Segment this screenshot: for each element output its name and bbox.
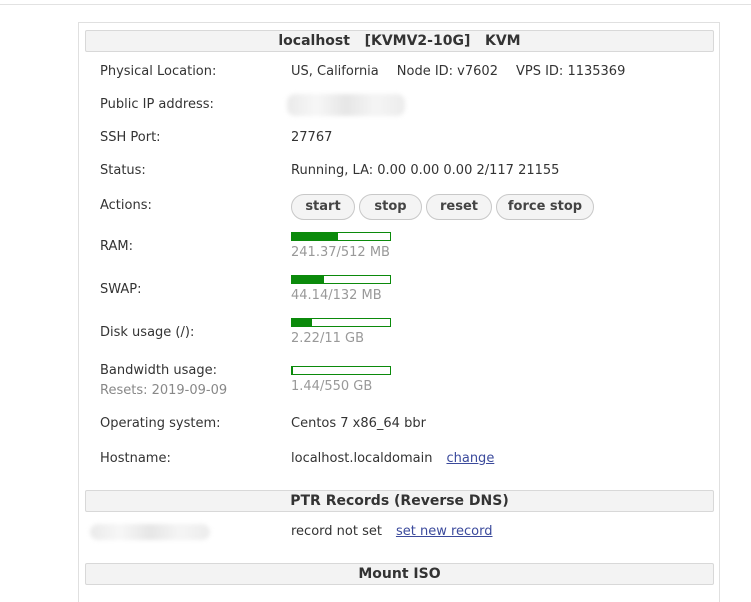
status-label: Status:	[100, 163, 146, 179]
disk-label: Disk usage (/):	[100, 325, 194, 341]
set-new-record-link[interactable]: set new record	[396, 524, 493, 539]
disk-usage-text: 2.22/11 GB	[291, 331, 364, 347]
bandwidth-label: Bandwidth usage:	[100, 363, 217, 379]
start-button[interactable]: start	[291, 194, 355, 220]
disk-usage-fill	[292, 319, 312, 326]
server-plan: [KVMV2-10G]	[365, 33, 471, 49]
disk-usage-bar	[291, 318, 391, 327]
server-title-header: localhost [KVMV2-10G] KVM	[85, 30, 714, 52]
vps-id: VPS ID: 1135369	[516, 64, 625, 79]
top-divider	[0, 4, 751, 5]
stop-button[interactable]: stop	[359, 194, 422, 220]
hostname-value: localhost.localdomain	[291, 451, 432, 466]
ssh-port-label: SSH Port:	[100, 130, 161, 146]
ptr-row: record not set set new record	[291, 524, 492, 540]
ram-usage-text: 241.37/512 MB	[291, 245, 390, 261]
os-label: Operating system:	[100, 416, 221, 432]
ram-label: RAM:	[100, 239, 133, 255]
location-value-row: US, California Node ID: v7602 VPS ID: 1135…	[291, 64, 625, 80]
hostname-label: Hostname:	[100, 451, 171, 467]
swap-usage-fill	[292, 276, 324, 283]
actions-label: Actions:	[100, 198, 152, 214]
bandwidth-usage-text: 1.44/550 GB	[291, 379, 372, 395]
os-value: Centos 7 x86_64 bbr	[291, 416, 426, 432]
hostname-change-link[interactable]: change	[446, 451, 494, 466]
public-ip-label: Public IP address:	[100, 97, 214, 113]
server-hostname: localhost	[278, 33, 350, 49]
location-value: US, California	[291, 64, 379, 79]
location-label: Physical Location:	[100, 64, 216, 80]
ptr-ip-redacted	[90, 524, 210, 540]
mount-iso-header: Mount ISO	[85, 563, 714, 585]
reset-button[interactable]: reset	[426, 194, 492, 220]
bandwidth-usage-bar	[291, 366, 391, 375]
status-value: Running, LA: 0.00 0.00 0.00 2/117 21155	[291, 163, 559, 179]
swap-usage-bar	[291, 275, 391, 284]
ram-usage-bar	[291, 232, 391, 241]
public-ip-redacted	[287, 94, 405, 116]
server-virtualization: KVM	[485, 33, 521, 49]
hostname-row: localhost.localdomain change	[291, 451, 494, 467]
ptr-records-header: PTR Records (Reverse DNS)	[85, 490, 714, 512]
bandwidth-resets: Resets: 2019-09-09	[100, 383, 227, 399]
ptr-status: record not set	[291, 524, 382, 539]
swap-label: SWAP:	[100, 282, 142, 298]
ram-usage-fill	[292, 233, 338, 240]
force-stop-button[interactable]: force stop	[496, 194, 594, 220]
ssh-port-value: 27767	[291, 130, 332, 146]
swap-usage-text: 44.14/132 MB	[291, 288, 382, 304]
node-id: Node ID: v7602	[397, 64, 498, 79]
